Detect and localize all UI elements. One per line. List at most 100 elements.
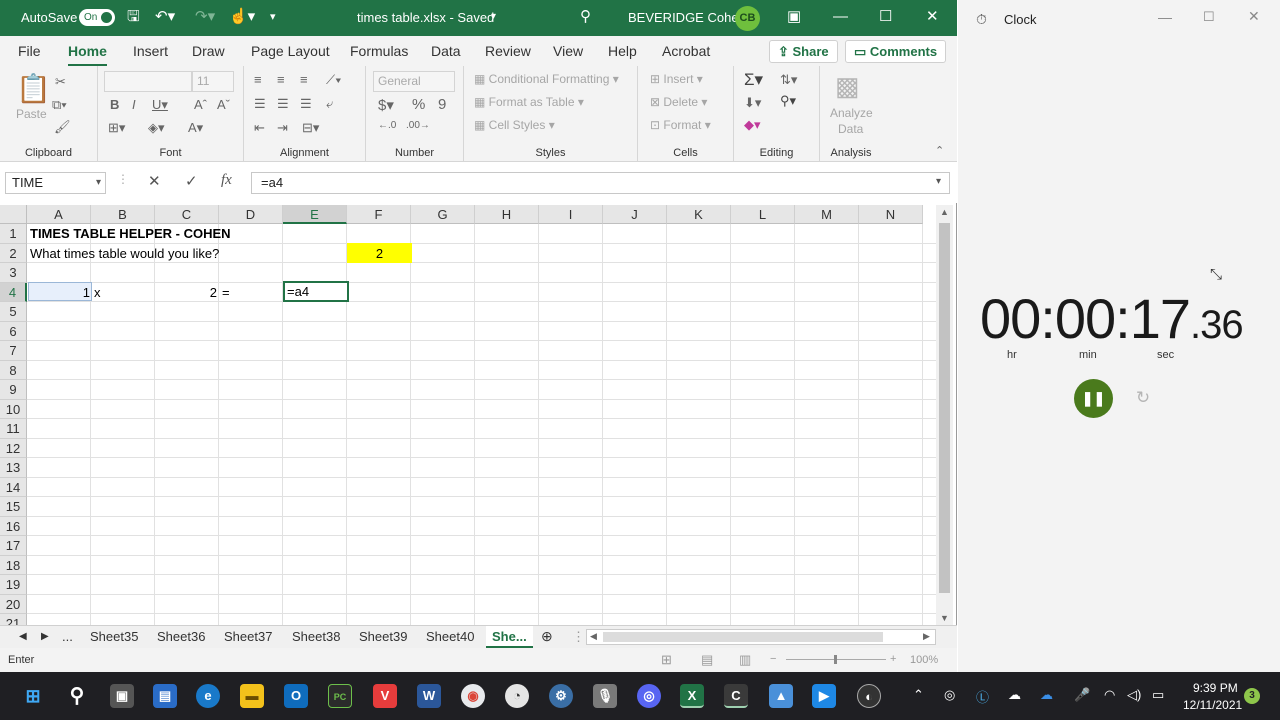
- tab-formulas[interactable]: Formulas: [350, 43, 408, 59]
- prev-sheet-icon[interactable]: ◀: [19, 631, 27, 642]
- tabs-split-icon[interactable]: ⋮: [572, 629, 585, 645]
- cell-b4[interactable]: x: [94, 283, 101, 302]
- cut-icon[interactable]: ✂: [55, 74, 66, 90]
- autosave-toggle[interactable]: On: [79, 9, 115, 26]
- expand-formula-icon[interactable]: ▾: [936, 176, 941, 187]
- row-header[interactable]: 16: [0, 516, 27, 536]
- decrease-font-icon[interactable]: Aˇ: [217, 97, 230, 112]
- compact-overlay-icon[interactable]: ⤡: [1210, 266, 1222, 283]
- row-header[interactable]: 20: [0, 594, 27, 614]
- row-header[interactable]: 21: [0, 614, 27, 625]
- column-header[interactable]: N: [859, 205, 923, 224]
- task-view-icon[interactable]: ▣: [110, 684, 134, 708]
- font-color-icon[interactable]: A▾: [188, 120, 203, 136]
- pause-button[interactable]: ❚❚: [1074, 379, 1113, 418]
- decrease-decimal-icon[interactable]: .00→: [406, 120, 430, 131]
- hscroll-thumb[interactable]: [603, 632, 883, 642]
- clock-taskbar-icon[interactable]: ◔: [505, 684, 529, 708]
- tray-overflow-icon[interactable]: ⌃: [913, 687, 924, 703]
- sheet-tab-active[interactable]: She...: [486, 626, 533, 648]
- select-all-corner[interactable]: [0, 205, 27, 224]
- row-header[interactable]: 19: [0, 575, 27, 595]
- tab-page-layout[interactable]: Page Layout: [251, 43, 330, 59]
- format-as-table-button[interactable]: ▦ Format as Table ▾: [474, 95, 584, 109]
- redo-icon[interactable]: ↷▾: [195, 8, 215, 26]
- font-size-combo[interactable]: 11: [192, 71, 234, 92]
- word-icon[interactable]: W: [417, 684, 441, 708]
- start-icon[interactable]: ⊞: [21, 684, 45, 708]
- edge-icon[interactable]: e: [196, 684, 220, 708]
- zoom-out-icon[interactable]: −: [770, 653, 776, 665]
- sheet-tab-more[interactable]: ...: [62, 629, 73, 644]
- vivaldi-icon[interactable]: V: [373, 684, 397, 708]
- comma-icon[interactable]: 9: [438, 96, 446, 113]
- italic-icon[interactable]: I: [132, 97, 136, 112]
- sheet-tab-40[interactable]: Sheet40: [426, 629, 474, 644]
- taskbar-time[interactable]: 9:39 PM: [1193, 681, 1238, 695]
- search-icon[interactable]: ⚲: [580, 8, 591, 26]
- excel-taskbar-icon[interactable]: X: [680, 684, 704, 708]
- increase-indent-icon[interactable]: ⇥: [277, 120, 288, 136]
- row-header[interactable]: 5: [0, 302, 27, 322]
- tab-data[interactable]: Data: [431, 43, 461, 59]
- number-format-combo[interactable]: General: [373, 71, 455, 92]
- cell-a1[interactable]: TIMES TABLE HELPER - COHEN: [30, 224, 231, 243]
- row-header[interactable]: 9: [0, 380, 27, 400]
- sort-filter-icon[interactable]: ⇅▾: [780, 72, 797, 88]
- pycharm-icon[interactable]: PC: [328, 684, 352, 708]
- undo-icon[interactable]: ↶▾: [155, 8, 175, 26]
- row-header[interactable]: 13: [0, 458, 27, 478]
- cancel-entry-icon[interactable]: ✕: [148, 172, 161, 190]
- align-left-icon[interactable]: ☰: [254, 96, 266, 112]
- microphone-app-icon[interactable]: 🎙: [593, 684, 617, 708]
- file-explorer-icon[interactable]: ▬: [240, 684, 264, 708]
- column-header[interactable]: I: [539, 205, 603, 224]
- photos-icon[interactable]: ▲: [769, 684, 793, 708]
- fill-icon[interactable]: ⬇▾: [744, 95, 761, 111]
- taskbar-search-icon[interactable]: ⚲: [65, 684, 89, 708]
- vertical-scrollbar[interactable]: ▲ ▼: [936, 205, 953, 625]
- customize-qat-icon[interactable]: ▾: [270, 8, 276, 26]
- formula-input[interactable]: =a4: [251, 172, 950, 194]
- tab-draw[interactable]: Draw: [192, 43, 225, 59]
- c-app-icon[interactable]: C: [724, 684, 748, 708]
- format-cells-button[interactable]: ⊡ Format ▾: [650, 118, 711, 132]
- row-header[interactable]: 1: [0, 224, 27, 244]
- clock-close-icon[interactable]: ✕: [1248, 8, 1260, 25]
- cell-d4[interactable]: =: [222, 283, 230, 302]
- format-painter-icon[interactable]: 🖌: [54, 119, 71, 135]
- clock-maximize-icon[interactable]: ☐: [1203, 9, 1215, 25]
- sheet-tab-36[interactable]: Sheet36: [157, 629, 205, 644]
- column-header[interactable]: M: [795, 205, 859, 224]
- fill-color-icon[interactable]: ◈▾: [148, 120, 165, 136]
- cell-a4[interactable]: 1: [28, 283, 90, 302]
- tab-insert[interactable]: Insert: [133, 43, 168, 59]
- clock-minimize-icon[interactable]: —: [1158, 9, 1172, 25]
- collapse-ribbon-icon[interactable]: ⌃: [935, 144, 944, 157]
- font-name-combo[interactable]: [104, 71, 192, 92]
- save-icon[interactable]: 🖫: [127, 8, 140, 26]
- row-header[interactable]: 6: [0, 321, 27, 341]
- align-bottom-icon[interactable]: ≡: [300, 72, 308, 87]
- scroll-up-icon[interactable]: ▲: [940, 207, 949, 217]
- tab-help[interactable]: Help: [608, 43, 637, 59]
- column-header[interactable]: D: [219, 205, 283, 224]
- confirm-entry-icon[interactable]: ✓: [185, 172, 198, 190]
- tray-onedrive-icon[interactable]: ☁: [1008, 687, 1021, 703]
- column-header[interactable]: H: [475, 205, 539, 224]
- borders-icon[interactable]: ⊞▾: [108, 120, 125, 136]
- wrap-text-icon[interactable]: ⤶: [326, 96, 333, 112]
- row-header[interactable]: 15: [0, 497, 27, 517]
- row-header[interactable]: 17: [0, 536, 27, 556]
- reset-button[interactable]: ↻: [1125, 380, 1161, 416]
- autosum-icon[interactable]: Σ▾: [744, 70, 763, 90]
- obs-icon[interactable]: ◐: [857, 684, 881, 708]
- align-right-icon[interactable]: ☰: [300, 96, 312, 112]
- taskbar-date[interactable]: 12/11/2021: [1183, 698, 1242, 712]
- avatar[interactable]: CB: [735, 6, 760, 31]
- worksheet-grid[interactable]: ABCDEFGHIJKLMN 1 2 3 4 5 6 7 8 9 10 11 12 13 14 15 16 17…: [0, 205, 936, 625]
- align-top-icon[interactable]: ≡: [254, 72, 262, 87]
- percent-icon[interactable]: %: [412, 96, 425, 113]
- column-header[interactable]: J: [603, 205, 667, 224]
- outlook-icon[interactable]: O: [284, 684, 308, 708]
